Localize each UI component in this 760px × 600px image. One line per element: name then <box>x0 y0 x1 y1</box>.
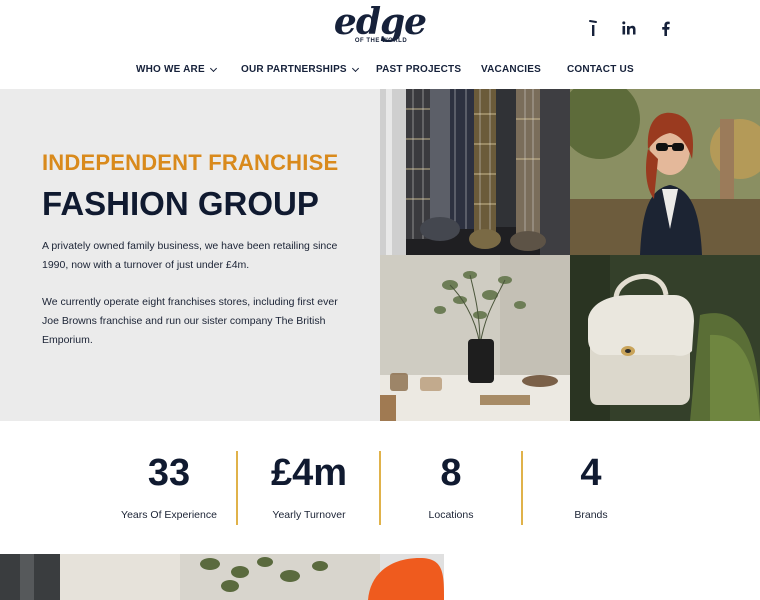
stat-value: 8 <box>440 452 462 494</box>
site-header: edge OF THE WORLD WHO WE ARE OUR PARTNER… <box>0 0 760 89</box>
stat-label: Years Of Experience <box>121 509 217 521</box>
handbag-image <box>570 255 760 421</box>
stat-divider <box>236 451 238 525</box>
chevron-down-icon <box>351 64 359 72</box>
stat-turnover: £4m Yearly Turnover <box>239 451 379 521</box>
social-links <box>583 18 675 38</box>
hero-text: INDEPENDENT FRANCHISE FASHION GROUP A pr… <box>42 149 362 350</box>
chevron-down-icon <box>209 64 217 72</box>
nav-label: WHO WE ARE <box>136 64 205 75</box>
next-section-preview <box>0 554 760 600</box>
nav-vacancies[interactable]: VACANCIES <box>481 64 541 75</box>
stat-value: 33 <box>147 452 191 494</box>
hero-kicker: INDEPENDENT FRANCHISE <box>42 150 339 175</box>
nav-label: OUR PARTNERSHIPS <box>241 64 347 75</box>
stat-years: 33 Years Of Experience <box>99 451 239 521</box>
interior-image <box>0 554 444 600</box>
stat-locations: 8 Locations <box>381 451 521 521</box>
nav-our-partnerships[interactable]: OUR PARTNERSHIPS <box>241 64 359 75</box>
stat-label: Locations <box>428 509 474 521</box>
shirts-image <box>380 89 570 255</box>
stat-brands: 4 Brands <box>521 451 661 521</box>
nav-who-we-are[interactable]: WHO WE ARE <box>136 64 217 75</box>
stat-label: Yearly Turnover <box>272 509 346 521</box>
hero-paragraph-2: We currently operate eight franchises st… <box>42 296 338 346</box>
facebook-icon[interactable] <box>655 18 675 38</box>
stats-section: 33 Years Of Experience £4m Yearly Turnov… <box>0 421 760 554</box>
hero-section: INDEPENDENT FRANCHISE FASHION GROUP A pr… <box>0 89 760 421</box>
logo-wordmark: edge <box>333 1 427 43</box>
nav-past-projects[interactable]: PAST PROJECTS <box>376 64 461 75</box>
hero-paragraph-1: A privately owned family business, we ha… <box>42 240 338 271</box>
logo-tagline: OF THE WORLD <box>354 38 408 44</box>
model-image <box>570 89 760 255</box>
stat-value: £4m <box>270 452 348 494</box>
nav-label: PAST PROJECTS <box>376 64 462 75</box>
nav-label: VACANCIES <box>481 64 541 75</box>
nav-contact-us[interactable]: CONTACT US <box>567 64 634 75</box>
main-nav: WHO WE ARE OUR PARTNERSHIPS PAST PROJECT… <box>0 64 760 82</box>
site-logo[interactable]: edge OF THE WORLD <box>332 2 428 52</box>
i-icon[interactable] <box>583 18 603 38</box>
nav-label: CONTACT US <box>567 64 634 75</box>
hero-headline: FASHION GROUP <box>42 185 319 222</box>
stat-value: 4 <box>580 452 602 494</box>
linkedin-icon[interactable] <box>619 18 639 38</box>
table-decor-image <box>380 255 570 421</box>
hero-image-grid <box>380 89 760 421</box>
stat-label: Brands <box>574 509 608 521</box>
